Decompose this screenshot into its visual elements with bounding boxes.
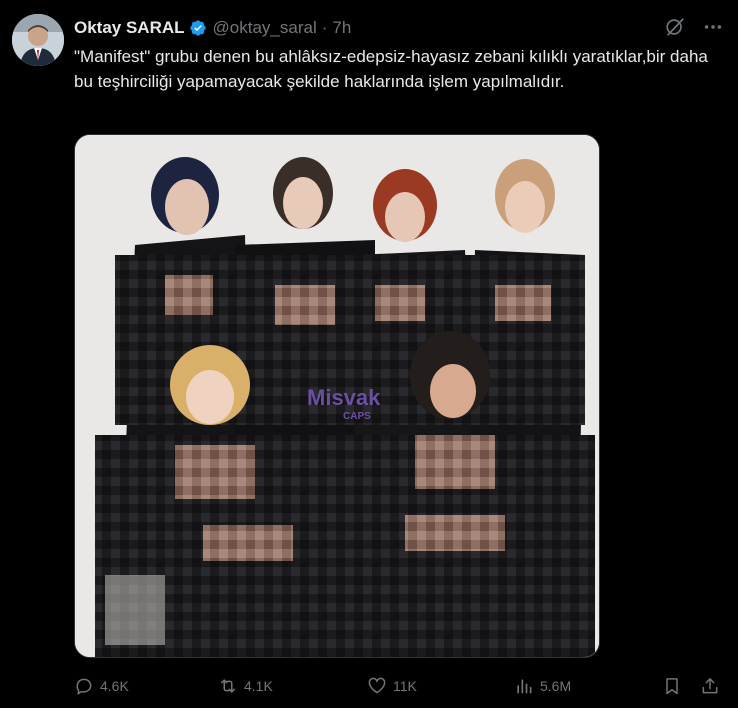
- user-handle[interactable]: @oktay_saral: [213, 18, 317, 38]
- reply-button[interactable]: 4.6K: [74, 672, 129, 700]
- separator: ·: [321, 18, 328, 37]
- tweet-header: Oktay SARAL @oktay_saral · 7h: [74, 16, 351, 40]
- grok-icon[interactable]: [664, 16, 686, 38]
- reply-icon: [74, 676, 94, 696]
- media-image: Misvak CAPS: [75, 135, 599, 657]
- like-icon: [367, 676, 387, 696]
- repost-count: 4.1K: [244, 678, 273, 694]
- tweet[interactable]: Oktay SARAL @oktay_saral · 7h "Manifest"…: [0, 0, 738, 708]
- views-count: 5.6M: [540, 678, 572, 694]
- tweet-media[interactable]: Misvak CAPS: [74, 134, 600, 658]
- avatar-image: [12, 14, 64, 66]
- repost-button[interactable]: 4.1K: [218, 672, 273, 700]
- bookmark-button[interactable]: [662, 672, 682, 700]
- share-icon: [700, 676, 720, 696]
- like-count: 11K: [393, 678, 417, 694]
- timestamp[interactable]: 7h: [332, 18, 351, 38]
- tweet-text: "Manifest" grubu denen bu ahlâksız-edeps…: [74, 47, 708, 91]
- avatar[interactable]: [12, 14, 64, 66]
- reply-count: 4.6K: [100, 678, 129, 694]
- user-name[interactable]: Oktay SARAL: [74, 18, 185, 38]
- watermark-subtext: CAPS: [343, 411, 371, 422]
- repost-icon: [218, 676, 238, 696]
- bookmark-icon: [662, 676, 682, 696]
- watermark-text: Misvak: [307, 385, 381, 410]
- more-icon[interactable]: [702, 16, 724, 38]
- share-button[interactable]: [700, 672, 720, 700]
- tweet-actions: 4.6K 4.1K 11K 5.6M: [74, 672, 726, 700]
- views-icon: [514, 676, 534, 696]
- tweet-top-actions: [664, 16, 724, 38]
- views-button[interactable]: 5.6M: [514, 672, 571, 700]
- verified-badge-icon[interactable]: [189, 19, 207, 37]
- like-button[interactable]: 11K: [367, 672, 417, 700]
